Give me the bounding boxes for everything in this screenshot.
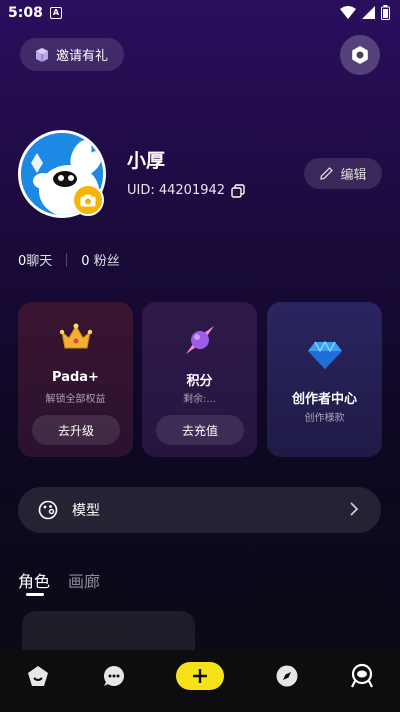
pada-title: Pada+ — [52, 370, 99, 385]
content-tabs: 角色 画廊 — [18, 568, 100, 592]
status-bar: 5:08 A — [0, 0, 400, 28]
signal-icon — [362, 6, 375, 19]
camera-icon — [80, 194, 96, 206]
points-title: 积分 — [186, 374, 213, 389]
gear-icon — [352, 46, 368, 64]
points-remaining: 剩余:... — [183, 394, 216, 405]
invite-label: 邀请有礼 — [56, 49, 109, 64]
uid-text: UID: 44201942 — [127, 183, 226, 198]
invite-button[interactable]: 邀请有礼 — [20, 38, 124, 71]
stats-divider — [66, 252, 68, 267]
creator-title: 创作者中心 — [291, 392, 357, 407]
wifi-icon — [340, 6, 356, 19]
model-label: 模型 — [72, 503, 100, 519]
tab-gallery[interactable]: 画廊 — [68, 568, 100, 592]
pencil-icon — [320, 167, 334, 180]
home-icon — [28, 666, 48, 686]
status-icons — [340, 5, 390, 20]
settings-button[interactable] — [340, 35, 380, 75]
fans-stat[interactable]: 0 粉丝 — [81, 250, 119, 269]
candy-icon — [185, 326, 214, 354]
status-time: 5:08 — [8, 5, 43, 21]
creator-subtitle: 创作様款 — [304, 413, 345, 424]
nav-profile[interactable] — [348, 662, 376, 690]
change-avatar-button[interactable] — [72, 184, 104, 216]
character-card[interactable] — [22, 611, 195, 651]
tab-indicator — [26, 593, 44, 596]
add-icon — [193, 669, 207, 683]
chat-stat-label: 聊天 — [26, 254, 53, 269]
edit-profile-button[interactable]: 编辑 — [304, 158, 382, 189]
fans-count: 0 — [81, 254, 90, 269]
tab-characters[interactable]: 角色 — [18, 568, 50, 592]
copy-icon[interactable] — [231, 183, 245, 198]
card-icon — [142, 322, 257, 358]
recharge-button[interactable]: 去充值 — [156, 415, 244, 445]
pada-plus-card[interactable]: Pada+ 解锁全部权益 去升级 — [18, 302, 133, 457]
upgrade-button[interactable]: 去升级 — [32, 415, 120, 445]
edit-label: 编辑 — [340, 168, 367, 183]
discover-icon — [276, 665, 298, 687]
username: 小厚 — [127, 150, 166, 172]
crown-icon — [59, 323, 92, 349]
nav-home[interactable] — [24, 662, 52, 690]
nav-add-button[interactable] — [176, 662, 224, 690]
fans-stat-label: 粉丝 — [93, 254, 120, 269]
battery-icon — [381, 5, 390, 20]
creator-center-card[interactable]: 创作者中心 创作様款 — [267, 302, 382, 457]
nav-discover[interactable] — [273, 662, 301, 690]
bottom-nav — [0, 650, 400, 712]
chevron-right-icon — [350, 502, 359, 516]
chat-icon — [104, 666, 124, 686]
notification-icon: A — [50, 7, 62, 19]
pada-subtitle: 解锁全部权益 — [45, 394, 106, 405]
profile-icon — [351, 663, 373, 688]
chat-stat[interactable]: 0聊天 — [18, 250, 52, 269]
uid-row: UID: 44201942 — [127, 183, 245, 198]
model-row[interactable]: 模型 — [18, 487, 381, 533]
card-icon — [18, 322, 133, 352]
palette-icon — [38, 500, 58, 520]
points-card[interactable]: 积分 剩余:... 去充值 — [142, 302, 257, 457]
card-icon — [267, 340, 382, 370]
stats-row: 0聊天 0 粉丝 — [18, 250, 120, 269]
nav-chat[interactable] — [100, 662, 128, 690]
diamond-icon — [307, 340, 342, 369]
gift-box-icon — [36, 47, 48, 62]
